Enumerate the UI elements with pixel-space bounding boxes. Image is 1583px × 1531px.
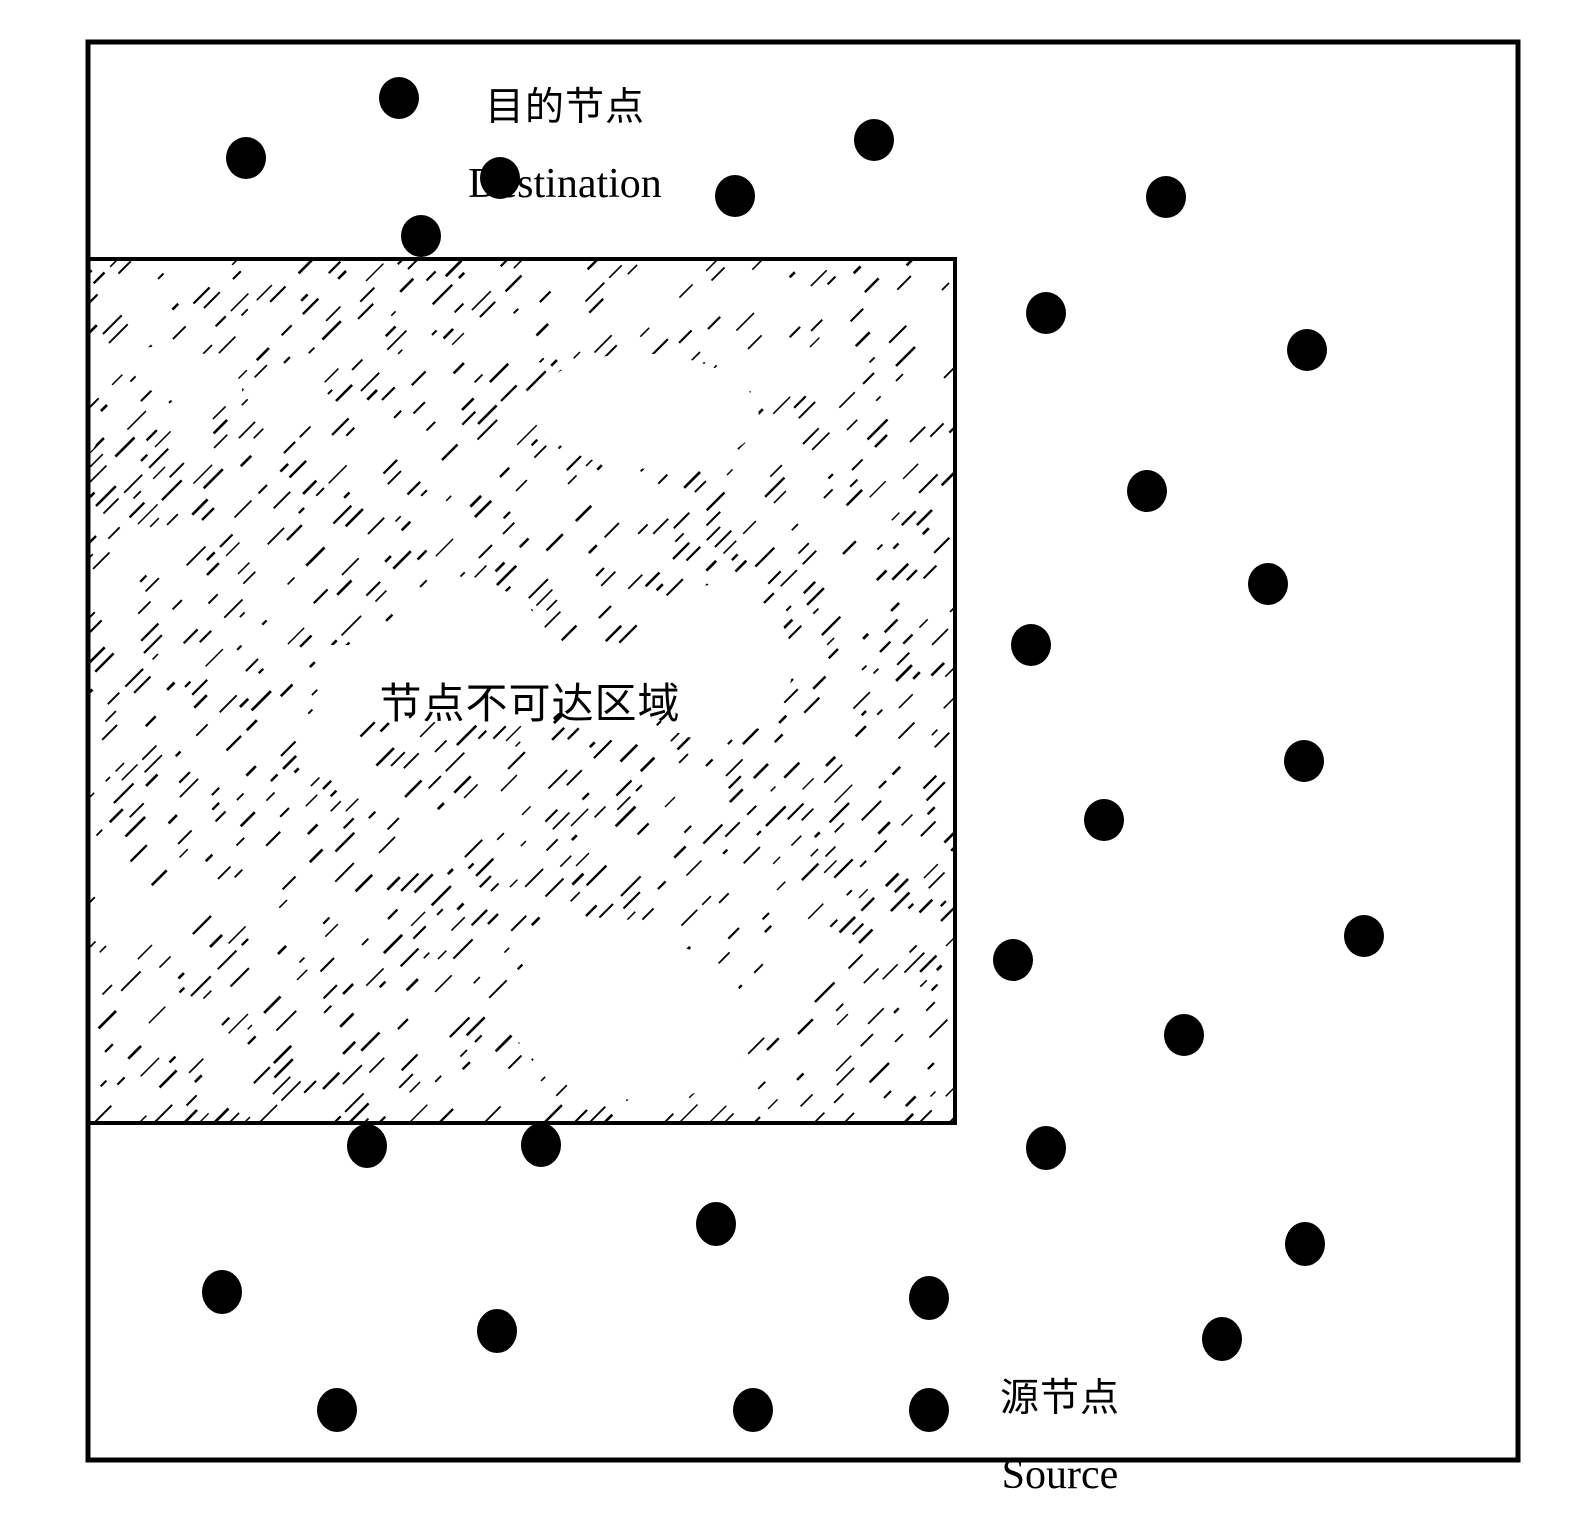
- node: [477, 1309, 517, 1353]
- node: [1285, 1222, 1325, 1266]
- node: [733, 1388, 773, 1432]
- node: [1026, 292, 1066, 334]
- source-label-cn: 源节点: [999, 1375, 1120, 1421]
- node: [521, 1123, 561, 1167]
- source-label: 源节点 Source: [930, 1345, 1190, 1531]
- node: [993, 939, 1033, 981]
- node: [1146, 176, 1186, 218]
- node: [715, 175, 755, 217]
- node: [854, 119, 894, 161]
- blocked-region-label: 节点不可达区域: [330, 648, 730, 759]
- node: [1011, 624, 1051, 666]
- destination-label: 目的节点 Destination: [420, 54, 710, 240]
- destination-label-en: Destination: [468, 161, 662, 208]
- node: [1284, 740, 1324, 782]
- node: [317, 1388, 357, 1432]
- node: [696, 1202, 736, 1246]
- node: [909, 1276, 949, 1320]
- node: [1287, 329, 1327, 371]
- destination-label-cn: 目的节点: [484, 84, 645, 130]
- network-topology-diagram: [85, 39, 1521, 1463]
- node: [347, 1124, 387, 1168]
- source-label-en: Source: [1001, 1452, 1119, 1499]
- node: [1202, 1317, 1242, 1361]
- node: [202, 1270, 242, 1314]
- node: [1344, 915, 1384, 957]
- diagram-canvas: 目的节点 Destination 节点不可达区域 源节点 Source: [0, 0, 1583, 1522]
- node: [1248, 563, 1288, 605]
- blocked-region-label-cn: 节点不可达区域: [379, 678, 681, 728]
- node: [226, 137, 266, 179]
- node: [1084, 799, 1124, 841]
- node: [1127, 470, 1167, 512]
- node: [1164, 1014, 1204, 1056]
- node: [1026, 1126, 1066, 1170]
- node: [379, 77, 419, 119]
